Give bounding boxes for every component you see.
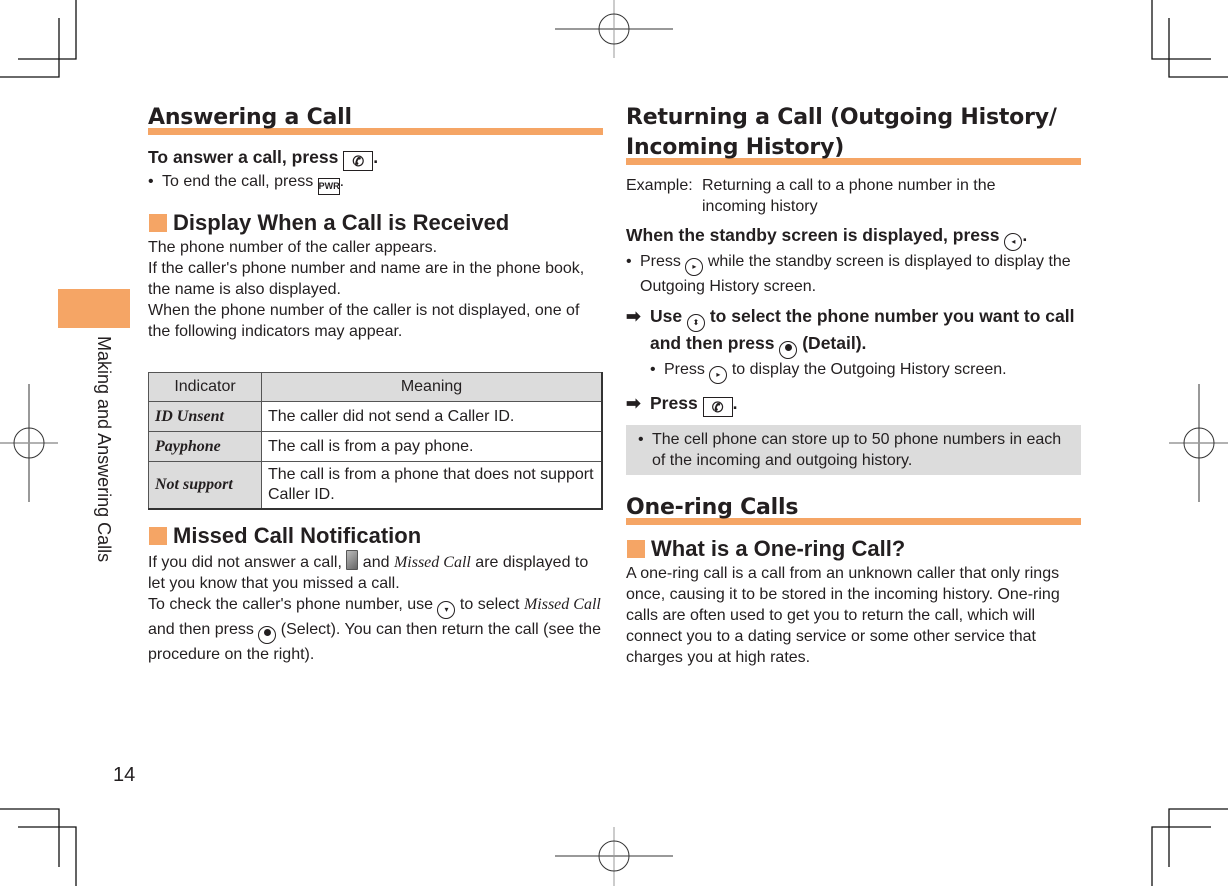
indicator-cell: Not support	[148, 461, 262, 510]
table-header-row: Indicator Meaning	[148, 372, 603, 402]
end-call-bullet: To end the call, press PWR.	[148, 171, 603, 195]
history-capacity-note: The cell phone can store up to 50 phone …	[626, 425, 1081, 475]
crop-mark-top-right-inner	[1168, 18, 1228, 78]
meaning-cell: The caller did not send a Caller ID.	[261, 401, 603, 432]
step-arrow-icon: ➡	[626, 393, 641, 413]
table-row: Not support The call is from a phone tha…	[148, 461, 603, 510]
subsection-heading-display: Display When a Call is Received	[148, 209, 603, 237]
display-paragraph-3: When the phone number of the caller is n…	[148, 302, 580, 340]
orange-square-icon	[627, 540, 645, 558]
table-row: Payphone The call is from a pay phone.	[148, 431, 603, 462]
display-paragraph-2: If the caller's phone number and name ar…	[148, 260, 585, 298]
step-press-send: ➡ Press ✆.	[626, 393, 738, 417]
page-number: 14	[113, 764, 136, 786]
step-arrow-icon: ➡	[626, 306, 641, 326]
missed-paragraph-1: If you did not answer a call, and Missed…	[148, 550, 603, 594]
column-header-meaning: Meaning	[261, 372, 603, 402]
crop-mark-top-left-outer	[18, 0, 77, 60]
center-select-key-icon	[258, 626, 277, 644]
send-key-icon: ✆	[343, 151, 374, 171]
registration-mark-right	[1169, 384, 1228, 502]
detail-bullet: Press ▸ to display the Outgoing History …	[650, 359, 1081, 384]
section-heading-answering: Answering a Call	[148, 103, 603, 135]
end-power-key-icon: PWR	[317, 178, 340, 195]
answer-instruction: To answer a call, press ✆.	[148, 147, 379, 171]
subsection-heading-what-is: What is a One-ring Call?	[626, 535, 1081, 563]
send-key-icon: ✆	[702, 397, 733, 417]
crop-mark-bottom-left-inner	[18, 826, 77, 886]
display-paragraph-1: The phone number of the caller appears.	[148, 239, 438, 256]
column-header-indicator: Indicator	[148, 372, 262, 402]
registration-mark-bottom	[555, 827, 673, 886]
crop-mark-bottom-right-inner	[1151, 826, 1211, 886]
section-heading-one-ring: One-ring Calls	[626, 493, 1081, 525]
orange-square-icon	[149, 214, 167, 232]
chapter-label: Making and Answering Calls	[93, 336, 117, 606]
indicator-cell: ID Unsent	[148, 401, 262, 432]
meaning-cell: The call is from a pay phone.	[261, 431, 603, 462]
nav-down-key-icon: ▾	[437, 601, 456, 619]
subsection-heading-missed: Missed Call Notification	[148, 522, 603, 550]
registration-mark-left	[0, 384, 58, 502]
indicator-cell: Payphone	[148, 431, 262, 462]
chapter-label-text: Making and Answering Calls	[94, 336, 114, 563]
crop-mark-top-left-inner	[0, 18, 60, 78]
missed-paragraph-2: To check the caller's phone number, use …	[148, 596, 601, 663]
registration-mark-top	[555, 0, 673, 58]
orange-square-icon	[149, 527, 167, 545]
nav-right-key-icon: ▸	[709, 366, 728, 384]
step-select-number: ➡ Use ⬍ to select the phone number you w…	[626, 305, 1081, 359]
section-heading-returning: Returning a Call (Outgoing History/ Inco…	[626, 103, 1081, 165]
right-column: Returning a Call (Outgoing History/ Inco…	[626, 100, 1081, 668]
chapter-tab	[58, 289, 130, 328]
meaning-cell: The call is from a phone that does not s…	[261, 461, 603, 510]
nav-up-down-key-icon: ⬍	[686, 314, 705, 332]
center-select-key-icon	[779, 341, 798, 359]
step-standby-press: When the standby screen is displayed, pr…	[626, 223, 1081, 251]
table-row: ID Unsent The caller did not send a Call…	[148, 401, 603, 432]
one-ring-paragraph: A one-ring call is a call from an unknow…	[626, 565, 1060, 666]
example-line: Example: Returning a call to a phone num…	[626, 177, 996, 215]
missed-call-phone-icon	[346, 550, 359, 570]
crop-mark-top-right-outer	[1151, 0, 1211, 60]
indicator-table: Indicator Meaning ID Unsent The caller d…	[148, 372, 603, 510]
nav-right-key-icon: ▸	[685, 258, 704, 276]
outgoing-history-bullet: Press ▸ while the standby screen is disp…	[626, 251, 1081, 297]
crop-mark-bottom-right-outer	[1168, 808, 1228, 867]
crop-mark-bottom-left-outer	[0, 808, 60, 867]
nav-left-key-icon: ◂	[1004, 233, 1023, 251]
left-column: Answering a Call To answer a call, press…	[148, 100, 603, 665]
